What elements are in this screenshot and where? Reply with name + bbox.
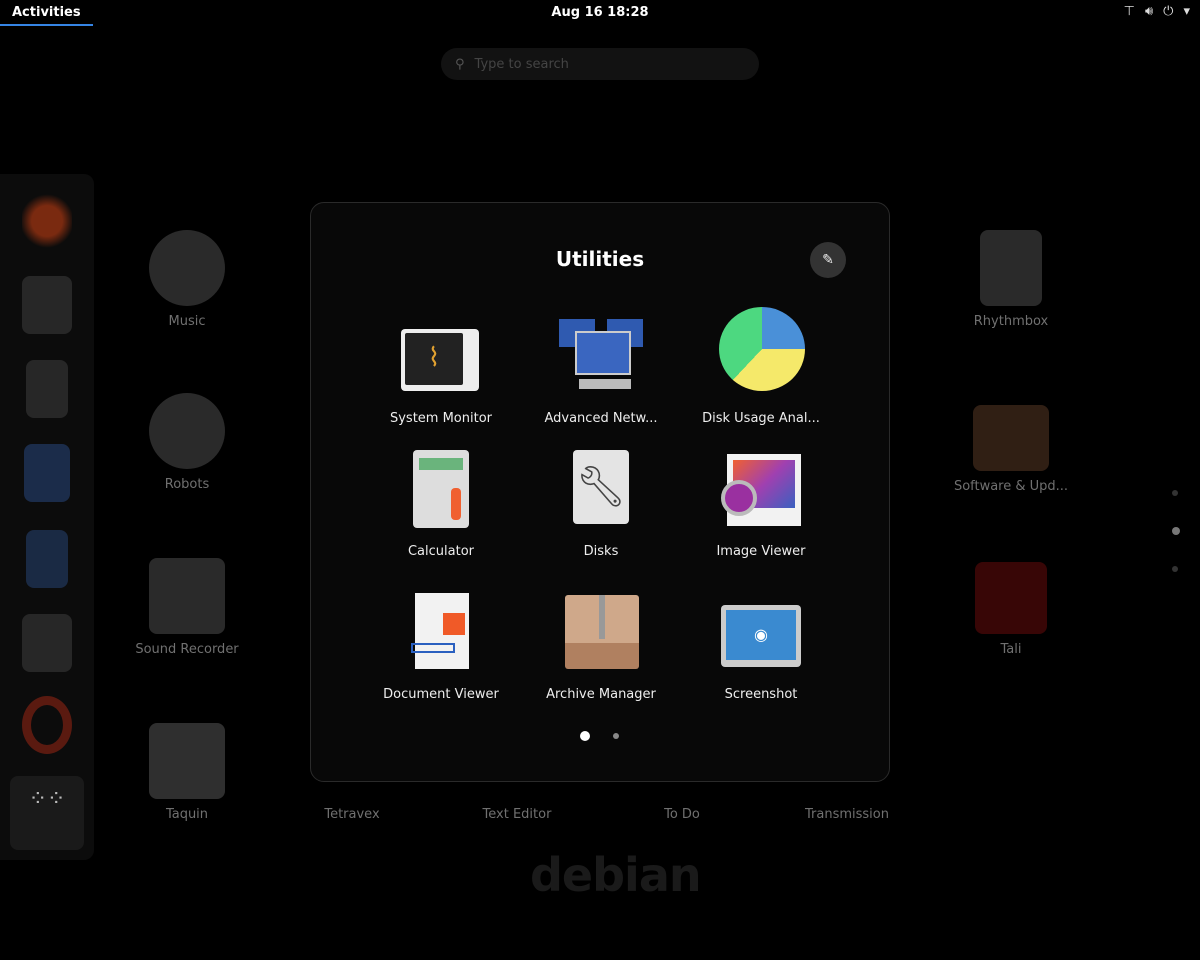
app-screenshot[interactable]: ◉ Screenshot bbox=[681, 593, 841, 702]
app-label: Robots bbox=[164, 477, 210, 492]
calculator-icon bbox=[399, 450, 483, 534]
app-label: Image Viewer bbox=[716, 544, 806, 559]
app-label: To Do bbox=[664, 807, 700, 822]
bg-app[interactable]: Sound Recorder bbox=[112, 558, 262, 657]
bg-app[interactable]: Software & Upd... bbox=[936, 405, 1086, 494]
software-icon[interactable] bbox=[22, 614, 72, 672]
app-label: Screenshot bbox=[724, 687, 798, 702]
search-input[interactable]: ⚲ Type to search bbox=[441, 48, 759, 80]
bg-app[interactable]: Rhythmbox bbox=[936, 230, 1086, 329]
app-disks[interactable]: 🔧︎ Disks bbox=[521, 450, 681, 559]
app-label: Tetravex bbox=[324, 807, 380, 822]
app-label: Archive Manager bbox=[546, 687, 656, 702]
evolution-icon[interactable] bbox=[22, 276, 72, 334]
app-label: Disks bbox=[583, 544, 619, 559]
rhythmbox-icon[interactable] bbox=[26, 360, 68, 418]
app-label: Calculator bbox=[407, 544, 474, 559]
app-document-viewer[interactable]: Document Viewer bbox=[361, 593, 521, 702]
page-indicator[interactable] bbox=[1172, 566, 1178, 572]
search-icon: ⚲ bbox=[455, 56, 465, 72]
app-system-monitor[interactable]: ⌇ System Monitor bbox=[361, 317, 521, 426]
document-viewer-icon bbox=[399, 593, 483, 677]
software-update-icon bbox=[973, 405, 1049, 471]
app-label: Tali bbox=[1000, 642, 1022, 657]
text-editor-icon[interactable] bbox=[26, 530, 68, 588]
rhythmbox-icon bbox=[980, 230, 1042, 306]
app-label: Rhythmbox bbox=[973, 314, 1049, 329]
disks-icon: 🔧︎ bbox=[559, 450, 643, 534]
bg-app[interactable]: Taquin bbox=[112, 723, 262, 822]
disk-usage-pie-icon bbox=[719, 307, 805, 401]
app-label: Software & Upd... bbox=[953, 479, 1069, 494]
app-label: System Monitor bbox=[389, 411, 493, 426]
debian-logo: debian bbox=[530, 848, 702, 902]
app-label: Document Viewer bbox=[383, 687, 499, 702]
app-disk-usage[interactable]: Disk Usage Anal... bbox=[681, 307, 841, 426]
network-config-icon bbox=[559, 317, 643, 401]
clock[interactable]: Aug 16 18:28 bbox=[0, 5, 1200, 20]
top-bar: Activities Aug 16 18:28 ⊤ 🔊︎ ⏻ ▾ bbox=[0, 0, 1200, 26]
dock: ⁘⁘ bbox=[0, 174, 94, 860]
bg-app[interactable]: Music bbox=[112, 230, 262, 329]
system-tray[interactable]: ⊤ 🔊︎ ⏻ ▾ bbox=[1124, 4, 1190, 19]
folder-page-dot-active[interactable] bbox=[580, 731, 590, 741]
app-label: Transmission bbox=[805, 807, 889, 822]
page-indicator-active[interactable] bbox=[1172, 527, 1180, 535]
volume-icon: 🔊︎ bbox=[1144, 4, 1154, 19]
page-indicator[interactable] bbox=[1172, 490, 1178, 496]
folder-page-dot[interactable] bbox=[613, 733, 619, 739]
app-label: Text Editor bbox=[482, 807, 552, 822]
writer-icon[interactable] bbox=[24, 444, 70, 502]
taquin-icon bbox=[149, 723, 225, 799]
app-label: Music bbox=[168, 314, 206, 329]
system-monitor-icon: ⌇ bbox=[399, 317, 483, 401]
app-label: Sound Recorder bbox=[135, 642, 239, 657]
archive-manager-icon bbox=[559, 593, 643, 677]
bg-app[interactable]: Robots bbox=[112, 393, 262, 492]
app-label: Taquin bbox=[165, 807, 209, 822]
folder-popup: Utilities ✎ ⌇ System Monitor Advanced Ne… bbox=[310, 202, 890, 782]
app-archive-manager[interactable]: Archive Manager bbox=[521, 593, 681, 702]
bg-app[interactable]: Tali bbox=[936, 562, 1086, 657]
firefox-icon[interactable] bbox=[22, 192, 72, 250]
app-advanced-network[interactable]: Advanced Netw... bbox=[521, 317, 681, 426]
app-label: Disk Usage Anal... bbox=[702, 411, 820, 426]
show-apps-button[interactable]: ⁘⁘ bbox=[10, 776, 84, 850]
edit-folder-button[interactable]: ✎ bbox=[810, 242, 846, 278]
image-viewer-icon bbox=[719, 450, 803, 534]
tali-icon bbox=[975, 562, 1047, 634]
power-icon: ⏻ bbox=[1163, 4, 1174, 19]
folder-title[interactable]: Utilities bbox=[311, 247, 889, 271]
network-icon: ⊤ bbox=[1123, 4, 1135, 19]
pencil-icon: ✎ bbox=[822, 252, 834, 268]
search-placeholder: Type to search bbox=[474, 56, 569, 72]
robots-icon bbox=[149, 393, 225, 469]
help-icon[interactable] bbox=[22, 696, 72, 754]
app-label: Advanced Netw... bbox=[544, 411, 658, 426]
app-image-viewer[interactable]: Image Viewer bbox=[681, 450, 841, 559]
sound-recorder-icon bbox=[149, 558, 225, 634]
music-icon bbox=[149, 230, 225, 306]
screenshot-icon: ◉ bbox=[719, 593, 803, 677]
chevron-down-icon: ▾ bbox=[1183, 4, 1190, 19]
app-calculator[interactable]: Calculator bbox=[361, 450, 521, 559]
